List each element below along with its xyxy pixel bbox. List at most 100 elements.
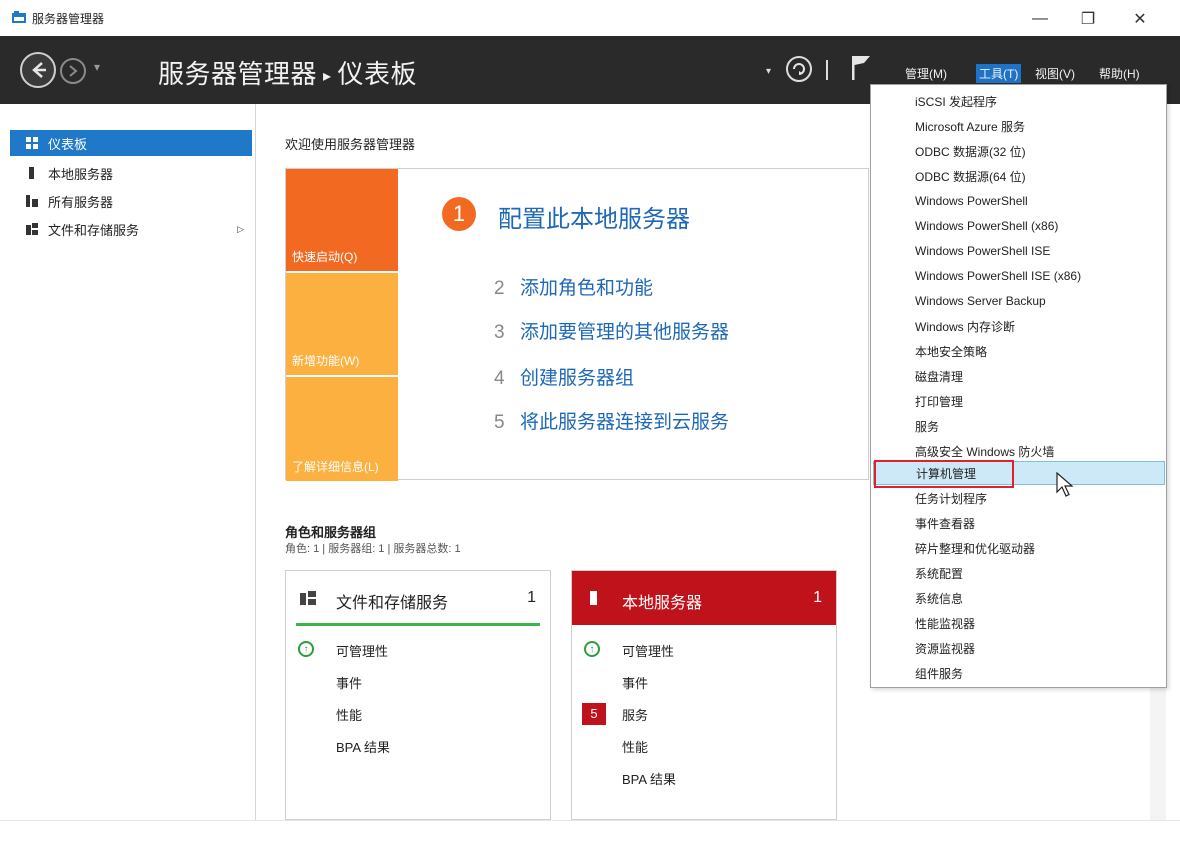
breadcrumb-separator-icon: ▸: [323, 68, 332, 86]
row-events[interactable]: 事件: [336, 673, 362, 692]
step-number: 3: [494, 322, 505, 343]
menu-item-component-services[interactable]: 组件服务: [873, 661, 1165, 685]
back-button[interactable]: [20, 52, 56, 88]
bottom-strip: [0, 820, 1180, 854]
menu-item-event-viewer[interactable]: 事件查看器: [873, 511, 1165, 535]
breadcrumb-page: 仪表板: [337, 59, 418, 89]
menu-item-resource-monitor[interactable]: 资源监视器: [873, 636, 1165, 660]
card-title: 文件和存储服务: [336, 595, 449, 612]
tile-whats-new[interactable]: 新增功能(W): [286, 273, 398, 375]
menu-item-task-scheduler[interactable]: 任务计划程序: [873, 486, 1165, 510]
page-title: 服务器管理器 ▸ 仪表板: [158, 54, 417, 91]
row-services[interactable]: 服务: [622, 705, 648, 724]
step-connect-cloud[interactable]: 5 将此服务器连接到云服务: [494, 407, 729, 434]
refresh-dropdown-icon[interactable]: ▾: [766, 66, 771, 77]
menu-item-server-backup[interactable]: Windows Server Backup: [873, 289, 1165, 313]
expand-arrow-icon[interactable]: ▷: [237, 224, 244, 235]
tile-label: 快速启动(Q): [292, 250, 358, 264]
step-number: 5: [494, 412, 505, 433]
sidebar-item-label: 文件和存储服务: [48, 222, 140, 238]
servers-icon: [26, 195, 38, 207]
step-1-number: 1: [442, 197, 476, 231]
notification-flag-icon[interactable]: [850, 54, 872, 82]
file-storage-icon: [300, 591, 316, 605]
card-count: 1: [813, 589, 822, 606]
sidebar-item-local-server[interactable]: 本地服务器: [10, 160, 252, 186]
refresh-icon: [793, 63, 805, 75]
header-divider: [826, 60, 828, 80]
window-title: 服务器管理器: [32, 12, 105, 26]
row-bpa-results[interactable]: BPA 结果: [622, 769, 676, 788]
step-label: 将此服务器连接到云服务: [520, 412, 730, 433]
sidebar-item-file-storage[interactable]: 文件和存储服务 ▷: [10, 216, 252, 242]
menu-item-system-configuration[interactable]: 系统配置: [873, 561, 1165, 585]
mouse-cursor-icon: [1056, 472, 1074, 497]
server-icon: [29, 167, 34, 179]
step-add-servers[interactable]: 3 添加要管理的其他服务器: [494, 317, 729, 344]
tile-label: 了解详细信息(L): [292, 460, 379, 474]
sidebar-item-dashboard[interactable]: 仪表板: [10, 130, 252, 156]
refresh-button[interactable]: [786, 56, 812, 82]
roles-summary: 角色: 1 | 服务器组: 1 | 服务器总数: 1: [285, 543, 461, 555]
step-create-group[interactable]: 4 创建服务器组: [494, 363, 634, 390]
menu-item-powershell-ise-x86[interactable]: Windows PowerShell ISE (x86): [873, 264, 1165, 288]
row-manageability[interactable]: 可管理性: [336, 641, 388, 660]
quick-start-panel: 快速启动(Q) 新增功能(W) 了解详细信息(L) 1 配置此本地服务器 2 添加…: [285, 168, 869, 481]
history-dropdown-icon[interactable]: ▾: [94, 60, 100, 74]
minimize-button[interactable]: —: [1020, 6, 1060, 32]
ok-status-icon: ↑: [298, 641, 314, 657]
menu-item-defragment[interactable]: 碎片整理和优化驱动器: [873, 536, 1165, 560]
step-configure-local-server[interactable]: 配置此本地服务器: [498, 199, 690, 234]
menu-item-memory-diagnostic[interactable]: Windows 内存诊断: [873, 314, 1165, 338]
menu-item-powershell-ise[interactable]: Windows PowerShell ISE: [873, 239, 1165, 263]
menu-tools[interactable]: 工具(T): [976, 64, 1022, 83]
step-add-roles[interactable]: 2 添加角色和功能: [494, 273, 653, 300]
menu-item-local-security-policy[interactable]: 本地安全策略: [873, 339, 1165, 363]
step-label: 创建服务器组: [520, 368, 635, 389]
menu-item-services[interactable]: 服务: [873, 414, 1165, 438]
row-performance[interactable]: 性能: [336, 705, 362, 724]
sidebar-item-all-servers[interactable]: 所有服务器: [10, 188, 252, 214]
menu-item-iscsi[interactable]: iSCSI 发起程序: [873, 89, 1165, 113]
arrow-right-icon: [69, 65, 78, 77]
card-header[interactable]: 文件和存储服务 1: [286, 571, 550, 625]
roles-heading: 角色和服务器组: [285, 525, 377, 540]
tile-quick-start[interactable]: 快速启动(Q): [286, 169, 398, 271]
alert-count-badge: 5: [582, 703, 606, 725]
sidebar-item-label: 本地服务器: [48, 166, 114, 182]
maximize-button[interactable]: ❐: [1068, 6, 1108, 32]
card-header[interactable]: 本地服务器 1: [572, 571, 836, 625]
row-bpa-results[interactable]: BPA 结果: [336, 737, 390, 756]
sidebar-item-label: 所有服务器: [48, 194, 114, 210]
menu-item-system-information[interactable]: 系统信息: [873, 586, 1165, 610]
card-local-server: 本地服务器 1 ↑ 可管理性 事件 5 服务 性能 BPA 结果: [571, 570, 837, 820]
dashboard-grid-icon: [26, 137, 38, 149]
row-performance[interactable]: 性能: [622, 737, 648, 756]
menu-item-disk-cleanup[interactable]: 磁盘清理: [873, 364, 1165, 388]
menu-manage[interactable]: 管理(M): [902, 64, 950, 83]
menu-item-odbc64[interactable]: ODBC 数据源(64 位): [873, 164, 1165, 188]
highlight-annotation-box: [874, 460, 1014, 488]
breadcrumb-app[interactable]: 服务器管理器: [158, 59, 317, 89]
step-label: 添加角色和功能: [520, 278, 654, 299]
menu-view[interactable]: 视图(V): [1032, 64, 1078, 83]
server-manager-icon: [12, 11, 26, 23]
menu-item-print-management[interactable]: 打印管理: [873, 389, 1165, 413]
step-number: 2: [494, 278, 505, 299]
menu-item-performance-monitor[interactable]: 性能监视器: [873, 611, 1165, 635]
sidebar: 仪表板 本地服务器 所有服务器 文件和存储服务 ▷: [0, 104, 256, 820]
tools-dropdown-menu: iSCSI 发起程序 Microsoft Azure 服务 ODBC 数据源(3…: [870, 84, 1167, 688]
ok-status-icon: ↑: [584, 641, 600, 657]
row-manageability[interactable]: 可管理性: [622, 641, 674, 660]
close-button[interactable]: ✕: [1120, 6, 1160, 32]
menu-item-odbc32[interactable]: ODBC 数据源(32 位): [873, 139, 1165, 163]
menu-item-powershell-x86[interactable]: Windows PowerShell (x86): [873, 214, 1165, 238]
row-events[interactable]: 事件: [622, 673, 648, 692]
step-number: 4: [494, 368, 505, 389]
tile-learn-more[interactable]: 了解详细信息(L): [286, 377, 398, 481]
menu-item-powershell[interactable]: Windows PowerShell: [873, 189, 1165, 213]
sidebar-item-label: 仪表板: [48, 136, 88, 152]
menu-item-azure[interactable]: Microsoft Azure 服务: [873, 114, 1165, 138]
menu-help[interactable]: 帮助(H): [1096, 64, 1143, 83]
forward-button[interactable]: [60, 58, 86, 84]
